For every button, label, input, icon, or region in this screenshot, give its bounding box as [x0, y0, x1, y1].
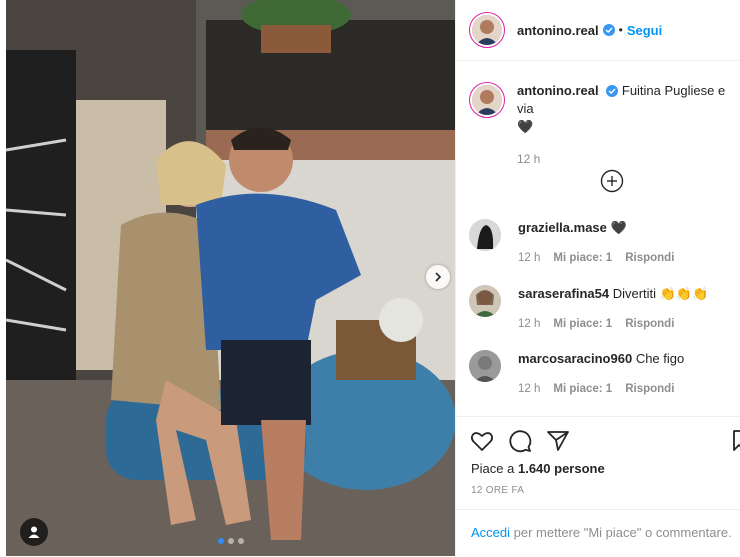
likes-number[interactable]: 1.640 persone	[518, 461, 605, 476]
next-photo-button[interactable]	[426, 265, 450, 289]
comment-time[interactable]: 12 h	[518, 380, 540, 398]
comment-username[interactable]: marcosaracino960	[518, 351, 632, 366]
avatar-image	[469, 285, 501, 317]
carousel-dot	[228, 538, 234, 544]
post-actions: Piace a 1.640 persone 12 ORE FA Accedi p…	[456, 416, 740, 540]
comment-likes[interactable]: Mi piace: 1	[553, 315, 612, 333]
side-panel: antonino.real • Segui antonino.real Fuit…	[455, 0, 740, 556]
post-header: antonino.real • Segui	[456, 0, 740, 61]
comment-text: Che figo	[635, 351, 685, 366]
instagram-post: antonino.real • Segui antonino.real Fuit…	[0, 0, 740, 556]
user-tag-button[interactable]	[20, 518, 48, 546]
reply-button[interactable]: Rispondi	[625, 249, 674, 267]
comment-icon[interactable]	[508, 429, 532, 453]
post-timestamp[interactable]: 12 ORE FA	[471, 485, 524, 496]
comment: marcosaracino960 Che figo 12 h Mi piace:…	[469, 350, 734, 398]
photo-image	[6, 0, 455, 556]
verified-badge-icon	[602, 24, 615, 36]
post-photo[interactable]	[6, 0, 455, 556]
caption-emoji: 🖤	[517, 119, 534, 134]
author-avatar[interactable]	[469, 12, 505, 48]
likes-prefix: Piace a	[471, 461, 518, 476]
avatar-image	[472, 85, 502, 115]
caption-username[interactable]: antonino.real	[517, 83, 599, 98]
caption-avatar[interactable]	[469, 82, 505, 118]
comment-text: Divertiti 👏👏👏	[612, 286, 709, 301]
chevron-right-icon	[435, 272, 442, 282]
author-username[interactable]: antonino.real	[517, 23, 599, 38]
login-prompt: Accedi per mettere "Mi piace" o commenta…	[456, 509, 740, 557]
caption-time[interactable]: 12 h	[517, 150, 732, 168]
heart-icon[interactable]	[470, 429, 494, 453]
comment-likes[interactable]: Mi piace: 1	[553, 249, 612, 267]
login-text: per mettere "Mi piace" o commentare.	[510, 525, 732, 540]
avatar-image	[472, 15, 502, 45]
comment-time[interactable]: 12 h	[518, 249, 540, 267]
reply-button[interactable]: Rispondi	[625, 315, 674, 333]
comment-username[interactable]: graziella.mase	[518, 220, 607, 235]
reply-button[interactable]: Rispondi	[625, 380, 674, 398]
comment: graziella.mase 🖤 12 h Mi piace: 1 Rispon…	[469, 219, 734, 267]
separator-dot: •	[618, 23, 623, 37]
verified-badge-icon	[606, 85, 619, 97]
login-link[interactable]: Accedi	[471, 525, 510, 540]
user-tag-icon	[28, 526, 40, 538]
comment-avatar[interactable]	[469, 350, 501, 382]
comment-time[interactable]: 12 h	[518, 315, 540, 333]
bookmark-icon[interactable]	[733, 429, 740, 453]
follow-button[interactable]: Segui	[627, 23, 662, 38]
avatar-image	[469, 219, 501, 251]
carousel-dot	[218, 538, 224, 544]
share-icon[interactable]	[546, 429, 570, 453]
comment-avatar[interactable]	[469, 285, 501, 317]
carousel-dot	[238, 538, 244, 544]
comment-text: 🖤	[610, 220, 627, 235]
likes-count[interactable]: Piace a 1.640 persone	[471, 461, 605, 476]
comment-avatar[interactable]	[469, 219, 501, 251]
comment-likes[interactable]: Mi piace: 1	[553, 380, 612, 398]
post-caption: antonino.real Fuitina Pugliese e via 🖤 1…	[469, 82, 732, 168]
carousel-dots	[218, 538, 244, 544]
avatar-image	[469, 350, 501, 382]
comment-username[interactable]: saraserafina54	[518, 286, 609, 301]
comment: saraserafina54 Divertiti 👏👏👏 12 h Mi pia…	[469, 285, 734, 333]
load-more-comments-icon[interactable]	[600, 169, 624, 193]
